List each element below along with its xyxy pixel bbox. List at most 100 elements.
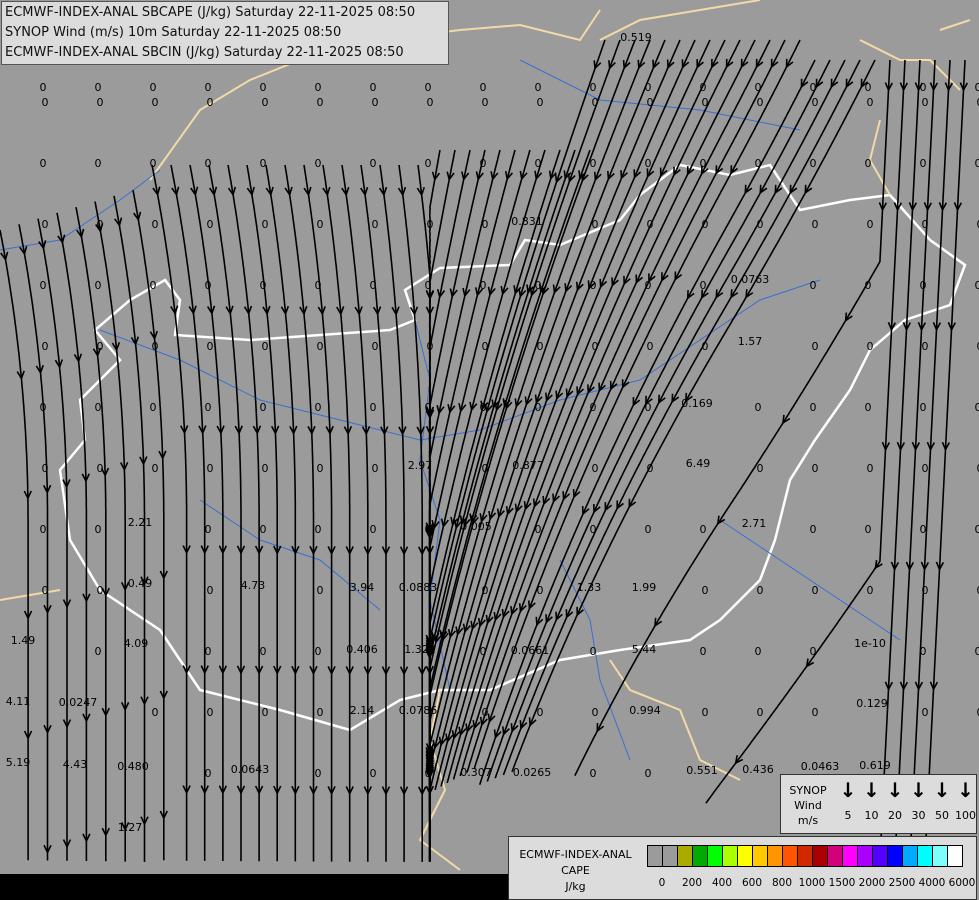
zero-value-label: 0 [260,157,267,170]
cape-color-swatch [828,846,843,866]
zero-value-label: 0 [702,96,709,109]
cape-color-swatch [723,846,738,866]
zero-value-label: 0 [370,401,377,414]
cape-value-label: 4.73 [241,579,266,592]
cape-value-label: 2.21 [128,516,153,529]
wind-legend-title: SYNOP Wind m/s [783,783,833,828]
cape-value-label: 1.33 [577,581,602,594]
streamline [705,59,906,804]
zero-value-label: 0 [867,340,874,353]
zero-value-label: 0 [755,81,762,94]
cape-tick-label: 200 [681,877,703,889]
streamline [208,164,242,862]
cape-tick-labels: 0 200 400 600 800 1000 1500 2000 2500 4000 6000 [647,877,977,893]
wind-legend-title-line: Wind [794,799,822,812]
streamline [341,164,369,862]
no-data-area [0,874,510,900]
wind-legend-entry: ↓ 100 [955,779,977,822]
zero-value-label: 0 [150,157,157,170]
down-arrow-icon: ↓ [957,778,974,802]
zero-value-label: 0 [207,340,214,353]
zero-value-label: 0 [920,523,927,536]
layer-title-sbcin: ECMWF-INDEX-ANAL SBCIN (J/kg) Saturday 2… [5,45,404,60]
zero-value-label: 0 [922,218,929,231]
zero-value-label: 0 [317,706,324,719]
zero-value-label: 0 [97,96,104,109]
zero-value-label: 0 [317,584,324,597]
cape-value-label: 2.71 [742,517,767,530]
down-arrow-icon: ↓ [886,778,904,802]
zero-value-label: 0 [810,401,817,414]
zero-value-label: 0 [647,96,654,109]
zero-value-label: 0 [207,218,214,231]
streamline [574,59,891,777]
zero-value-label: 0 [42,96,49,109]
cape-tick-label: 2000 [858,877,886,889]
zero-value-label: 0 [425,767,432,780]
zero-value-label: 0 [482,96,489,109]
zero-value-label: 0 [700,279,707,292]
zero-value-label: 0 [975,279,979,292]
zero-value-label: 0 [372,340,379,353]
zero-value-label: 0 [150,279,157,292]
zero-value-label: 0 [537,96,544,109]
streamline [151,164,188,861]
wind-speed-label: 5 [844,809,852,822]
cape-color-swatch [648,846,663,866]
country-border [609,659,741,781]
zero-value-label: 0 [922,96,929,109]
streamline [428,39,666,801]
zero-value-label: 0 [95,81,102,94]
zero-value-label: 0 [372,218,379,231]
zero-value-label: 0 [205,645,212,658]
zero-value-label: 0 [95,523,102,536]
zero-value-label: 0 [97,584,104,597]
cape-value-label: 0.0643 [231,763,270,776]
wind-speed-label: 50 [935,809,949,822]
cape-color-swatch [798,846,813,866]
zero-value-label: 0 [920,279,927,292]
cape-value-label: 0.0786 [399,704,438,717]
cape-value-label: 0.619 [859,759,891,772]
cape-legend-title-line: J/kg [565,880,586,893]
weather-map[interactable]: 0.519 0.831 0.0763 1.57 0.169 2.97 0.877 6.49 2.… [0,0,979,900]
wind-legend-entry: ↓ 5 [837,779,859,822]
zero-value-label: 0 [867,218,874,231]
zero-value-label: 0 [427,96,434,109]
cape-color-swatch [933,846,948,866]
zero-value-label: 0 [315,401,322,414]
zero-value-label: 0 [702,706,709,719]
cape-tick-label: 4000 [918,877,946,889]
zero-value-label: 0 [590,523,597,536]
cape-value-label: 1.27 [118,821,143,834]
cape-color-swatch [783,846,798,866]
cape-value-label: 0.0463 [801,760,840,773]
zero-value-label: 0 [317,462,324,475]
cape-color-swatch [858,846,873,866]
zero-value-label: 0 [40,81,47,94]
zero-value-label: 0 [425,401,432,414]
zero-value-label: 0 [260,279,267,292]
zero-value-label: 0 [592,706,599,719]
zero-value-label: 0 [645,401,652,414]
wind-legend-title-line: m/s [797,814,819,827]
zero-value-label: 0 [425,81,432,94]
cape-value-label: 1.57 [738,335,763,348]
zero-value-label: 0 [480,279,487,292]
streamline [494,59,846,779]
zero-value-label: 0 [317,340,324,353]
zero-value-label: 0 [150,81,157,94]
zero-value-label: 0 [425,279,432,292]
wind-speed-label: 10 [864,809,879,822]
zero-value-label: 0 [152,706,159,719]
streamline [429,39,681,798]
zero-value-label: 0 [537,584,544,597]
cape-color-swatch [663,846,678,866]
zero-value-label: 0 [42,462,49,475]
zero-value-label: 0 [40,401,47,414]
cape-value-label: 3.94 [350,581,375,594]
country-border [939,19,971,31]
zero-value-label: 0 [260,523,267,536]
zero-value-label: 0 [647,340,654,353]
zero-value-label: 0 [370,279,377,292]
